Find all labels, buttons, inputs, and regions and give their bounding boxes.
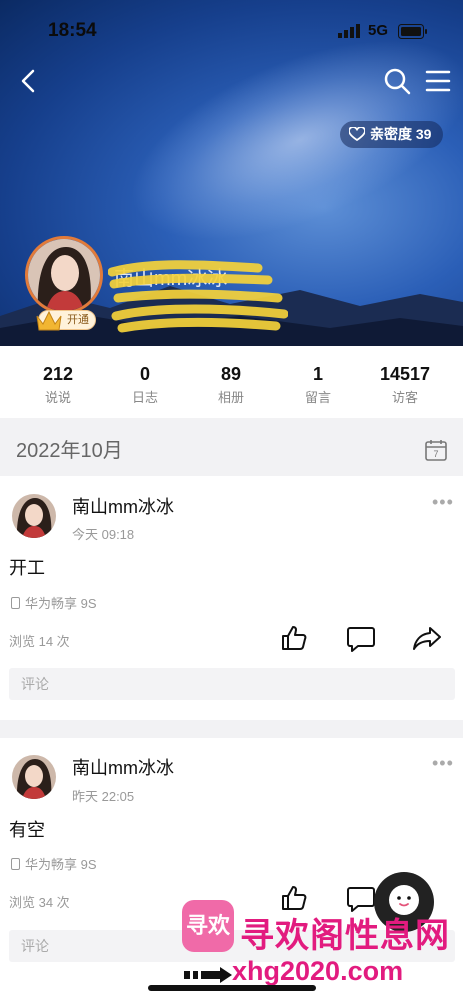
like-icon[interactable] bbox=[280, 624, 308, 652]
post-author[interactable]: 南山mm冰冰 bbox=[72, 493, 174, 519]
battery-icon bbox=[398, 24, 427, 39]
watermark-url: xhg2020.com bbox=[232, 956, 404, 986]
watermark-title: 寻欢阁性息网 bbox=[240, 917, 450, 955]
device-label: 华为畅享 9S bbox=[25, 596, 97, 611]
stats-bar: 212 说说 0 日志 89 相册 1 留言 14517 访客 bbox=[0, 346, 463, 418]
post-avatar[interactable] bbox=[12, 494, 56, 538]
stat-value: 212 bbox=[42, 364, 74, 384]
stat-value: 14517 bbox=[379, 364, 431, 384]
stat-label: 访客 bbox=[391, 390, 418, 405]
status-time: 18:54 bbox=[48, 20, 97, 41]
stat-value: 89 bbox=[220, 364, 242, 384]
stat-blog[interactable]: 0 日志 bbox=[105, 364, 185, 406]
stat-visitors[interactable]: 14517 访客 bbox=[365, 364, 445, 406]
post-text: 开工 bbox=[9, 558, 45, 578]
network-type: 5G bbox=[368, 22, 389, 39]
post-text: 有空 bbox=[9, 820, 45, 840]
profile-header: 18:54 5G 亲密度 39 开通 南山mm冰冰 bbox=[0, 0, 463, 346]
comment-icon[interactable] bbox=[346, 625, 376, 653]
crown-icon bbox=[36, 310, 62, 331]
post-device: 华为畅享 9S bbox=[11, 593, 97, 612]
intimacy-badge[interactable]: 亲密度 39 bbox=[340, 121, 444, 148]
phone-icon bbox=[11, 858, 20, 870]
post-device: 华为畅享 9S bbox=[11, 854, 97, 873]
post-views: 浏览 34 次 bbox=[9, 895, 70, 910]
search-icon[interactable] bbox=[382, 66, 412, 96]
phone-icon bbox=[11, 597, 20, 609]
vip-badge[interactable]: 开通 bbox=[36, 310, 96, 331]
stat-label: 相册 bbox=[217, 390, 244, 405]
stat-album[interactable]: 89 相册 bbox=[191, 364, 271, 406]
share-icon[interactable] bbox=[412, 624, 442, 652]
post-views: 浏览 14 次 bbox=[9, 634, 70, 649]
post-author[interactable]: 南山mm冰冰 bbox=[72, 754, 174, 780]
stat-value: 1 bbox=[312, 364, 323, 384]
redaction-scribble bbox=[108, 260, 288, 333]
comment-input[interactable]: 评论 bbox=[9, 668, 455, 700]
month-title: 2022年10月 bbox=[16, 440, 123, 462]
month-header: 2022年10月 bbox=[0, 418, 463, 476]
post-card: 南山mm冰冰 今天 09:18 ••• 开工 华为畅享 9S 浏览 14 次 评… bbox=[0, 476, 463, 720]
back-icon[interactable] bbox=[14, 66, 44, 96]
post-time: 今天 09:18 bbox=[72, 527, 135, 542]
vip-label: 开通 bbox=[67, 314, 89, 326]
stat-label: 说说 bbox=[44, 390, 71, 405]
stat-messages[interactable]: 1 留言 bbox=[278, 364, 358, 406]
post-avatar[interactable] bbox=[12, 755, 56, 799]
signal-icon bbox=[338, 24, 360, 38]
stat-label: 日志 bbox=[131, 390, 158, 405]
arrow-icon bbox=[184, 967, 232, 983]
more-options-icon[interactable]: ••• bbox=[432, 753, 454, 774]
post-time: 昨天 22:05 bbox=[72, 789, 135, 804]
home-indicator[interactable] bbox=[148, 985, 316, 991]
watermark-logo: 寻欢 bbox=[182, 900, 234, 952]
heart-icon bbox=[349, 127, 365, 141]
stat-shuoshuo[interactable]: 212 说说 bbox=[18, 364, 98, 406]
menu-icon[interactable] bbox=[424, 66, 452, 96]
calendar-icon[interactable]: 7 bbox=[425, 439, 447, 461]
calendar-day: 7 bbox=[433, 449, 438, 459]
stat-value: 0 bbox=[139, 364, 150, 384]
status-bar: 18:54 5G bbox=[0, 16, 463, 46]
device-label: 华为畅享 9S bbox=[25, 857, 97, 872]
profile-avatar[interactable] bbox=[25, 236, 103, 314]
stat-label: 留言 bbox=[304, 390, 331, 405]
intimacy-value: 39 bbox=[415, 126, 432, 142]
more-options-icon[interactable]: ••• bbox=[432, 492, 454, 513]
intimacy-label: 亲密度 bbox=[370, 126, 412, 142]
